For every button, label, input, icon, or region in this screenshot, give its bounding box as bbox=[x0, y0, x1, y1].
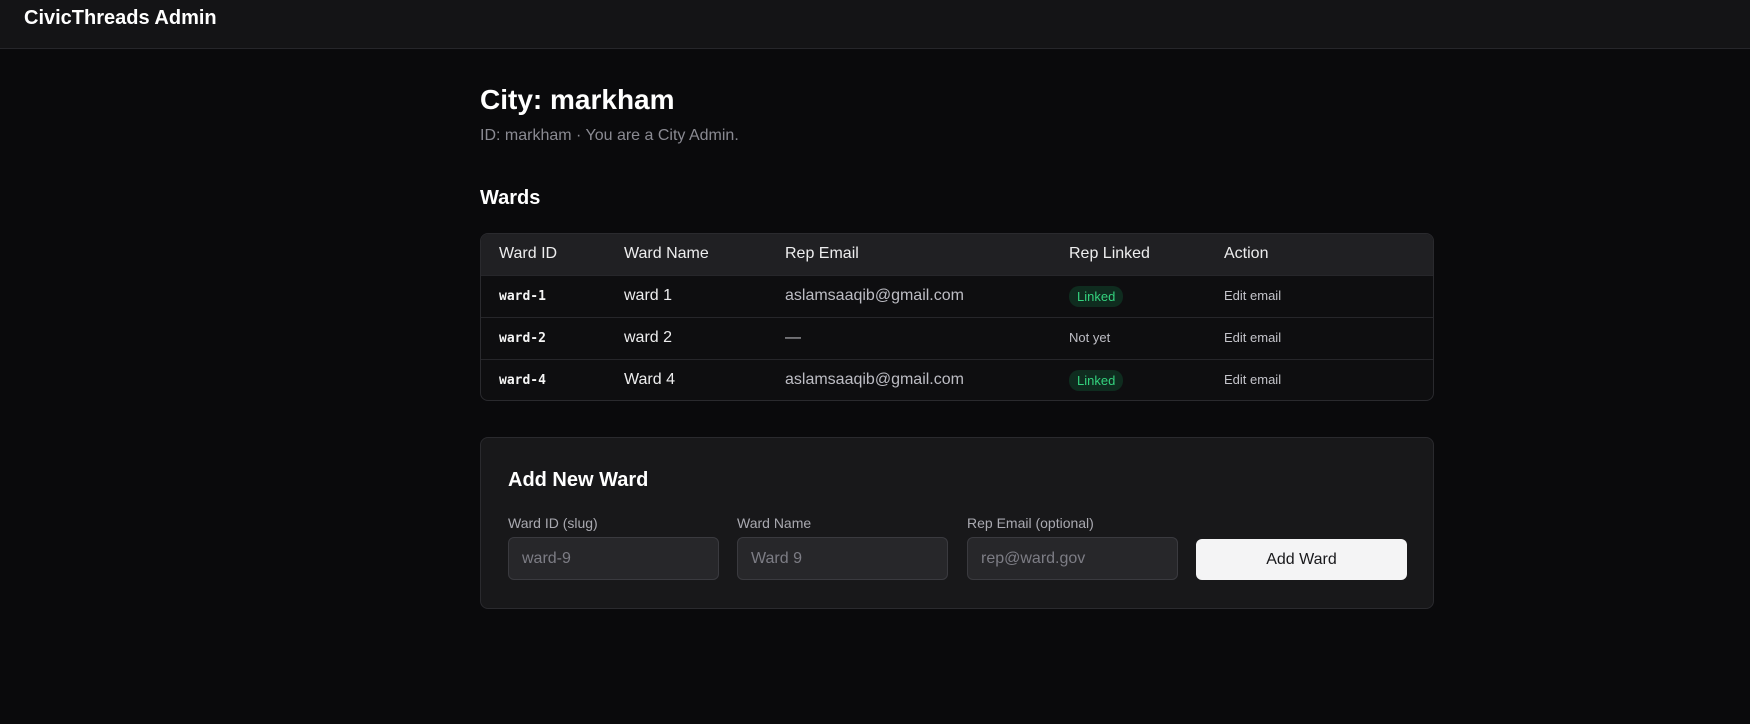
linked-status-badge: Linked bbox=[1069, 369, 1124, 391]
ward-name-cell: ward 2 bbox=[624, 329, 673, 346]
table-row: ward-4 Ward 4 aslamsaaqib@gmail.com Link… bbox=[481, 359, 1433, 400]
app-title[interactable]: CivicThreads Admin bbox=[24, 7, 217, 30]
ward-id-input[interactable] bbox=[508, 537, 719, 580]
column-header-rep-email: Rep Email bbox=[785, 245, 859, 263]
ward-id-cell: ward-2 bbox=[499, 330, 546, 346]
wards-table-body: ward-1 ward 1 aslamsaaqib@gmail.com Link… bbox=[481, 275, 1433, 400]
wards-table-card: Ward ID Ward Name Rep Email Rep Linked A… bbox=[480, 233, 1434, 401]
add-ward-title: Add New Ward bbox=[508, 469, 649, 491]
rep-email-cell: aslamsaaqib@gmail.com bbox=[785, 287, 964, 304]
rep-email-field-group: Rep Email (optional) bbox=[967, 515, 1178, 580]
linked-status-badge: Linked bbox=[1069, 285, 1124, 307]
wards-section-title: Wards bbox=[480, 187, 541, 209]
action-cell: Edit email bbox=[1206, 317, 1433, 359]
rep-email-label: Rep Email (optional) bbox=[967, 515, 1094, 531]
add-ward-button[interactable]: Add Ward bbox=[1196, 539, 1407, 580]
ward-id-cell: ward-4 bbox=[499, 372, 546, 388]
top-nav-bar: CivicThreads Admin bbox=[0, 0, 1750, 49]
ward-name-field-group: Ward Name bbox=[737, 515, 948, 580]
edit-email-button[interactable]: Edit email bbox=[1224, 372, 1281, 387]
page-title: City: markham bbox=[480, 84, 675, 115]
wards-table-header: Ward ID Ward Name Rep Email Rep Linked A… bbox=[481, 234, 1433, 275]
ward-name-cell: ward 1 bbox=[624, 287, 673, 304]
rep-email-cell: — bbox=[785, 329, 801, 346]
page-subtitle: ID: markham · You are a City Admin. bbox=[480, 127, 739, 144]
column-header-action: Action bbox=[1224, 245, 1269, 263]
ward-name-input[interactable] bbox=[737, 537, 948, 580]
not-linked-status: Not yet bbox=[1069, 330, 1111, 345]
edit-email-button[interactable]: Edit email bbox=[1224, 330, 1281, 345]
column-header-ward-id: Ward ID bbox=[499, 245, 558, 263]
table-row: ward-2 ward 2 — Not yet Edit email bbox=[481, 317, 1433, 359]
rep-email-cell: aslamsaaqib@gmail.com bbox=[785, 371, 964, 389]
column-header-rep-linked: Rep Linked bbox=[1069, 245, 1150, 263]
action-cell: Edit email bbox=[1206, 359, 1433, 400]
ward-id-field-group: Ward ID (slug) bbox=[508, 515, 719, 580]
action-cell: Edit email bbox=[1206, 275, 1433, 317]
table-row: ward-1 ward 1 aslamsaaqib@gmail.com Link… bbox=[481, 275, 1433, 317]
rep-linked-cell: Not yet bbox=[1051, 317, 1206, 359]
rep-email-input[interactable] bbox=[967, 537, 1178, 580]
ward-id-label: Ward ID (slug) bbox=[508, 515, 598, 531]
rep-linked-cell: Linked bbox=[1051, 275, 1206, 317]
rep-linked-cell: Linked bbox=[1051, 359, 1206, 400]
ward-name-label: Ward Name bbox=[737, 515, 812, 531]
ward-id-cell: ward-1 bbox=[499, 288, 546, 304]
wards-table: Ward ID Ward Name Rep Email Rep Linked A… bbox=[481, 234, 1433, 400]
ward-name-cell: Ward 4 bbox=[624, 371, 675, 389]
add-ward-form: Add New Ward Ward ID (slug) Ward Name Re… bbox=[480, 437, 1434, 609]
column-header-ward-name: Ward Name bbox=[624, 245, 709, 263]
edit-email-button[interactable]: Edit email bbox=[1224, 288, 1281, 303]
